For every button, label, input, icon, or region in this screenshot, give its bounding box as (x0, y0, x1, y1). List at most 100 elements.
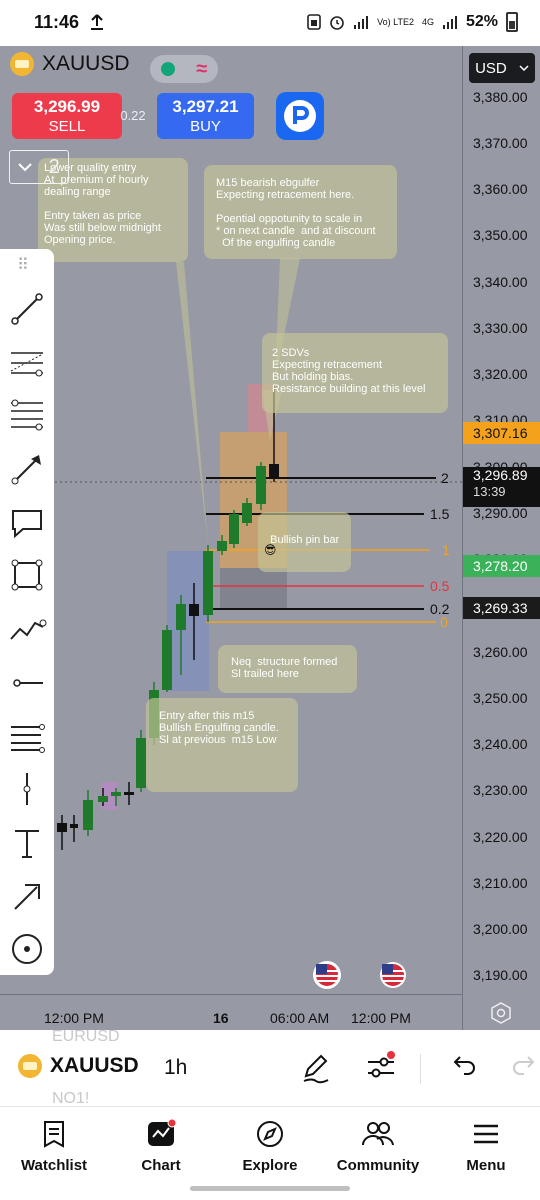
status-indicators: Vo) LTE2 4G 52% (307, 12, 518, 32)
emoji-icon: 😎 (264, 543, 277, 557)
note-sdv-resistance[interactable]: 2 SDVs Expecting retracement But holding… (262, 333, 448, 413)
undo-icon[interactable] (446, 1050, 480, 1084)
current-price: 3,296.89 (473, 467, 528, 483)
collapse-indicators-button[interactable]: 2 (9, 150, 69, 184)
nav-menu[interactable]: Menu (436, 1119, 536, 1174)
sell-label: SELL (48, 118, 86, 135)
time-tick: 12:00 PM (351, 1010, 411, 1026)
symbol-header[interactable]: XAUUSD (10, 52, 130, 76)
broker-logo[interactable] (276, 92, 324, 140)
menu-icon (474, 1124, 498, 1144)
symbol-selector[interactable]: XAUUSD (18, 1054, 139, 1078)
session-indicator[interactable]: ≈ (150, 55, 218, 83)
price-tick: 3,260.00 (473, 644, 528, 660)
nav-explore[interactable]: Explore (220, 1119, 320, 1174)
price-axis[interactable]: USD 3,380.00 3,370.00 3,360.00 3,350.00 … (462, 46, 540, 1030)
resistance-price-tag: 3,307.16 (463, 422, 540, 444)
status-bar: 11:46 Vo) LTE2 4G 52% (0, 0, 540, 46)
upload-arrow-icon (91, 14, 103, 30)
note-structure[interactable]: Neq structure formed Sl trailed here (218, 645, 357, 693)
nav-watchlist[interactable]: Watchlist (4, 1119, 104, 1174)
symbol-name: XAUUSD (42, 52, 130, 75)
price-tick: 3,340.00 (473, 274, 528, 290)
price-tick: 3,210.00 (473, 875, 528, 891)
green-price-tag: 3,278.20 (463, 555, 540, 577)
chart-settings-icon[interactable] (490, 1002, 512, 1024)
currency-selector[interactable]: USD (469, 53, 535, 83)
watchlist-icon (44, 1121, 64, 1148)
price-tick: 3,360.00 (473, 181, 528, 197)
spread-value: 0.22 (120, 108, 146, 123)
network-label: Vo) LTE2 (377, 16, 414, 27)
nav-label: Watchlist (20, 1157, 88, 1174)
price-tick: 3,380.00 (473, 89, 528, 105)
fib-label: 1 (442, 542, 450, 558)
sim-icon (307, 14, 321, 30)
candle-countdown: 13:39 (473, 484, 506, 499)
price-tick: 3,370.00 (473, 135, 528, 151)
us-flag-event-icon[interactable] (313, 961, 341, 989)
wave-icon: ≈ (196, 57, 208, 80)
note-pin-bar[interactable]: Bullish pin bar (258, 512, 351, 572)
signal-type: 4G (421, 16, 434, 27)
gold-icon (18, 1054, 42, 1078)
horizontal-ray-tool-icon[interactable] (7, 663, 47, 703)
selected-symbol: XAUUSD (50, 1054, 139, 1077)
drawing-toolbar: ⠿ (0, 249, 54, 975)
sell-button[interactable]: 3,296.99 SELL (12, 93, 122, 139)
path-tool-icon[interactable] (7, 609, 47, 649)
buy-label: BUY (190, 118, 221, 135)
home-indicator[interactable] (190, 1186, 350, 1191)
pen-draw-icon[interactable] (298, 1050, 332, 1084)
gold-icon (10, 52, 34, 76)
indicator-count: 2 (48, 155, 60, 178)
note-pointer (176, 262, 208, 545)
signal-icon-2 (442, 16, 457, 29)
drag-handle-icon[interactable]: ⠿ (17, 255, 30, 275)
parallel-lines-tool-icon[interactable] (7, 717, 47, 757)
chevron-down-icon (18, 163, 32, 172)
redo-icon[interactable] (508, 1050, 540, 1084)
battery-percent: 52% (465, 13, 498, 30)
text-tool-icon[interactable] (7, 823, 47, 863)
pitchfork-tool-icon[interactable] (7, 343, 47, 383)
more-tools-icon[interactable] (7, 929, 47, 969)
chart-icon (148, 1119, 176, 1146)
callout-tool-icon[interactable] (7, 503, 47, 543)
fib-retracement-tool-icon[interactable] (7, 395, 47, 435)
community-icon (362, 1122, 394, 1146)
note-entry-m15[interactable]: Entry after this m15 Bullish Engulfing c… (146, 698, 298, 792)
toolbar-divider (420, 1054, 421, 1084)
alarm-icon (330, 16, 344, 30)
nav-label: Explore (242, 1157, 298, 1174)
note-m15-engulfer[interactable]: M15 bearish ebgulfer Expecting retraceme… (204, 165, 397, 259)
current-price-tag: 3,296.89 13:39 (463, 467, 540, 507)
fib-label: 1.5 (430, 506, 450, 522)
price-tick: 3,320.00 (473, 366, 528, 382)
vertical-line-tool-icon[interactable] (7, 769, 47, 809)
us-flag-event-icon[interactable] (380, 962, 406, 988)
nav-community[interactable]: Community (328, 1119, 428, 1174)
arrow-marker-tool-icon[interactable] (7, 449, 47, 489)
buy-button[interactable]: 3,297.21 BUY (157, 93, 254, 139)
nav-label: Menu (466, 1157, 506, 1174)
pin-bar-label: Bullish pin bar (270, 534, 340, 546)
trend-line-tool-icon[interactable] (7, 289, 47, 329)
adjacent-symbol-prev[interactable]: EURUSD (52, 1028, 120, 1046)
rectangle-tool-icon[interactable] (7, 555, 47, 595)
black-price-tag: 3,269.33 (463, 597, 540, 619)
fib-label: 2 (441, 470, 449, 486)
compass-icon (257, 1121, 283, 1147)
broker-p-icon (284, 100, 316, 132)
nav-chart[interactable]: Chart (111, 1119, 211, 1174)
nav-label: Community (336, 1157, 420, 1174)
interval-selector[interactable]: 1h (164, 1056, 187, 1080)
price-tick: 3,250.00 (473, 690, 528, 706)
price-tick: 3,240.00 (473, 736, 528, 752)
status-time: 11:46 (34, 12, 80, 32)
demand-zone (167, 551, 209, 691)
nav-label: Chart (141, 1157, 181, 1174)
indicators-icon[interactable] (364, 1050, 398, 1084)
stop-zone (220, 568, 287, 608)
arrow-tool-icon[interactable] (7, 877, 47, 917)
